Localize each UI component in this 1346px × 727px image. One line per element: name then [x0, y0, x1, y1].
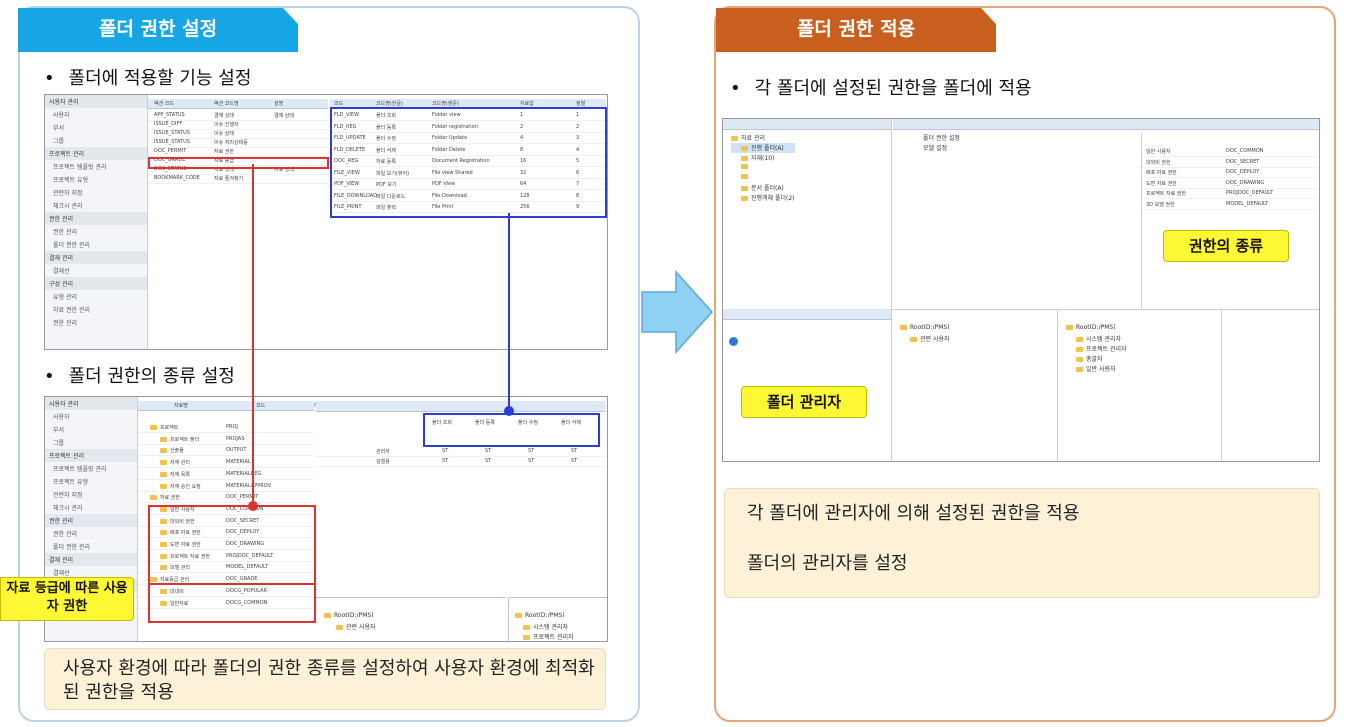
flow-arrow [641, 270, 714, 354]
permission-kind-code: PROJDOC_DEFAULT [1226, 190, 1274, 196]
folder-icon [910, 337, 917, 342]
permission-kind-row: 대외비 권한 DOC_SECRET [1142, 158, 1318, 168]
permission-kind-name: 대외비 권한 [1146, 159, 1171, 166]
user-icon [729, 337, 738, 346]
permission-kind-row: 일반 사용자 DOC_COMMON [1142, 147, 1318, 157]
folder-tree-item: 문서 폴더(A) [731, 183, 795, 193]
right-note: 각 폴더에 관리자에 의해 설정된 권한을 적용 폴더의 관리자를 설정 [724, 488, 1320, 598]
tree-root: Root(D:/PMS) [910, 324, 950, 331]
red-connector-dot [248, 501, 258, 511]
permission-kind-row: 프로젝트 자료 권한 PROJDOC_DEFAULT [1142, 189, 1318, 199]
permission-kind-label: 권한의 종류 [1163, 230, 1289, 262]
tree-root: Root(D:/PMS) [1076, 324, 1116, 331]
folder-tree-item [731, 173, 795, 183]
tree-pane-title [723, 119, 891, 130]
permission-kind-code: DOC_COMMON [1226, 148, 1264, 154]
folder-icon [900, 325, 907, 330]
folder-icon [1076, 357, 1083, 362]
permission-kind-name: 일반 사용자 [1146, 149, 1171, 155]
bottom-tree-pane-1: Root(D:/PMS) 관련 사용자 [891, 309, 1058, 461]
permission-kind-name: 프로젝트 자료 권한 [1146, 191, 1186, 197]
permission-kind-row: 3D 모델 권한 MODEL_DEFAULT [1142, 200, 1318, 210]
permission-list-item: 폴더 권한 설정 [923, 135, 960, 142]
folder-tree-label: 진행 폴더(A) [751, 145, 784, 152]
folder-icon [741, 156, 748, 161]
folder-icon [741, 186, 748, 191]
right-note-line-1: 각 폴더에 관리자에 의해 설정된 권한을 적용 [747, 503, 1080, 524]
bottom-tree-pane-2: Root(D:/PMS) 시스템 관리자 프로젝트 관리자 총괄자 일반 사용자 [1057, 309, 1222, 461]
folder-tree-item: 자료 관리 [731, 133, 795, 143]
tree-child: 관련 사용자 [920, 336, 950, 343]
blue-connector-dot [504, 406, 514, 416]
folder-permission-pane-title [893, 119, 1141, 130]
permission-kind-code: DOC_SECRET [1226, 158, 1260, 165]
folder-tree-label: 자재(10) [751, 155, 775, 162]
permission-list-item: 모델 설정 [923, 145, 947, 152]
permission-kind-code: DOC_DRAWING [1226, 179, 1265, 186]
folder-tree-label: 문서 폴더(A) [751, 185, 784, 192]
right-note-line-2: 폴더의 관리자를 설정 [747, 553, 908, 574]
folder-icon [741, 164, 748, 169]
folder-icon [1076, 337, 1083, 342]
folder-icon [741, 174, 748, 179]
folder-permission-apply-tab: 폴더 권한 적용 [716, 8, 996, 52]
folder-icon [741, 196, 748, 201]
grade-callout: 자료 등급에 따른 사용자 권한 [0, 577, 134, 621]
folder-admin-pane-title [723, 309, 891, 320]
folder-tree-item: 진행객체 폴더(2) [731, 193, 795, 203]
permission-kind-row: 배포 자료 권한 DOC_DEPLOY [1142, 168, 1318, 178]
folder-tree-item: 자재(10) [731, 153, 795, 163]
bullet-apply-permission: 각 폴더에 설정된 권한을 폴더에 적용 [730, 74, 1032, 100]
folder-icon [1076, 347, 1083, 352]
folder-icon [741, 146, 748, 151]
permission-kind-pane-title [1141, 119, 1319, 130]
permission-kind-code: MODEL_DEFAULT [1226, 200, 1269, 207]
folder-tree-pane: 자료 관리진행 폴더(A) 자재(10) 문서 폴더(A) 진행객체 폴더(2) [723, 119, 892, 309]
tree-child: 시스템 관리자 [1086, 336, 1122, 343]
tree-child: 총괄자 [1086, 356, 1103, 363]
left-note: 사용자 환경에 따라 폴더의 권한 종류를 설정하여 사용자 환경에 최적화된 … [44, 648, 606, 710]
permission-kind-name: 도면 자료 권한 [1146, 180, 1177, 187]
permission-kind-row: 도면 자료 권한 DOC_DRAWING [1142, 179, 1318, 189]
tree-child: 일반 사용자 [1086, 366, 1116, 373]
folder-icon [1076, 367, 1083, 372]
folder-tree-item: 진행 폴더(A) [731, 143, 795, 153]
permission-kind-name: 3D 모델 권한 [1146, 201, 1175, 208]
tree-child: 프로젝트 관리자 [1086, 346, 1127, 353]
folder-icon [731, 136, 738, 141]
folder-admin-label: 폴더 관리자 [741, 386, 867, 418]
folder-tree-item [731, 163, 795, 173]
folder-tree-label: 자료 관리 [741, 135, 765, 142]
bottom-grid-pane [1221, 309, 1319, 461]
permission-kind-name: 배포 자료 권한 [1146, 170, 1177, 176]
folder-icon [1066, 325, 1073, 330]
permission-kind-code: DOC_DEPLOY [1226, 169, 1260, 175]
folder-tree-label: 진행객체 폴더(2) [751, 195, 795, 202]
